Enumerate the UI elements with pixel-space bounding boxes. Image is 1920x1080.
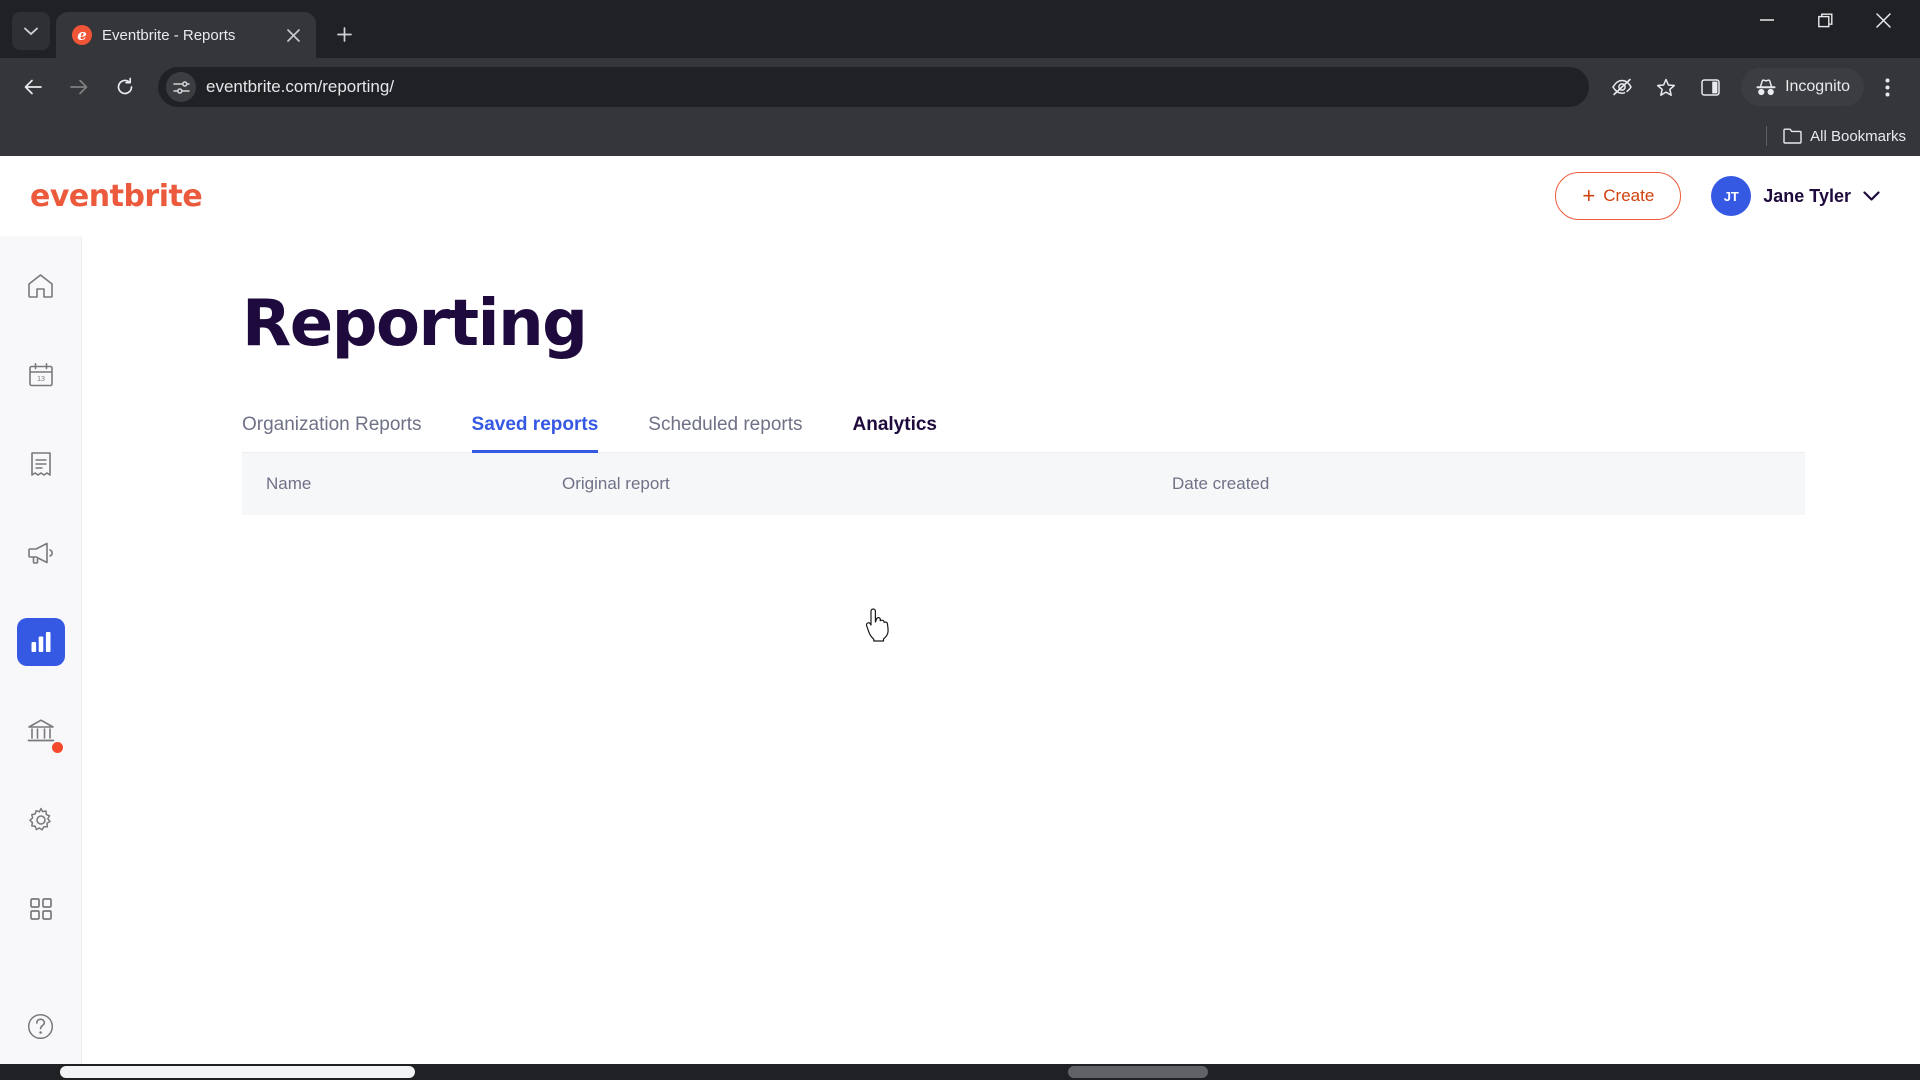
- minimize-icon: [1760, 19, 1774, 21]
- tab-title: Eventbrite - Reports: [102, 26, 236, 44]
- tab-organization-reports[interactable]: Organization Reports: [242, 414, 422, 452]
- tab-search-button[interactable]: [12, 12, 50, 50]
- help-circle-icon: [27, 1013, 54, 1039]
- minimize-button[interactable]: [1738, 0, 1796, 40]
- megaphone-icon: [27, 542, 53, 564]
- tab-analytics[interactable]: Analytics: [853, 414, 937, 452]
- close-icon: [1875, 12, 1891, 28]
- calendar-icon: 13: [28, 363, 53, 387]
- sidebar-item-orders[interactable]: [17, 440, 65, 488]
- bar-chart-icon: [31, 632, 50, 652]
- browser-tab[interactable]: e Eventbrite - Reports: [56, 12, 316, 58]
- url-text: eventbrite.com/reporting/: [206, 77, 395, 96]
- incognito-indicator[interactable]: Incognito: [1741, 68, 1864, 106]
- sidebar-item-finance[interactable]: [17, 707, 65, 755]
- notification-badge: [51, 742, 63, 753]
- tracking-protection-button[interactable]: [1601, 66, 1643, 108]
- user-name: Jane Tyler: [1763, 185, 1851, 206]
- home-icon: [28, 274, 53, 298]
- bank-icon: [27, 719, 54, 742]
- page-viewport: eventbrite + Create JT Jane Tyler 13 Rep…: [0, 156, 1920, 1080]
- horizontal-scrollbar-thumb-secondary[interactable]: [1068, 1066, 1208, 1078]
- forward-button[interactable]: [58, 66, 100, 108]
- bookmarks-divider: [1766, 126, 1768, 146]
- browser-toolbar: eventbrite.com/reporting/ Incognito: [0, 58, 1920, 116]
- user-menu[interactable]: JT Jane Tyler: [1711, 176, 1880, 216]
- forward-arrow-icon: [70, 79, 88, 95]
- sidebar-item-events[interactable]: 13: [17, 351, 65, 399]
- eye-slash-icon: [1612, 78, 1632, 96]
- chevron-down-icon: [24, 27, 38, 35]
- tab-saved-reports[interactable]: Saved reports: [471, 414, 598, 453]
- column-header-date-created: Date created: [1172, 474, 1270, 493]
- sidebar-item-home[interactable]: [17, 262, 65, 310]
- bookmarks-bar: All Bookmarks: [0, 116, 1920, 156]
- plus-icon: [336, 26, 352, 42]
- create-button[interactable]: + Create: [1555, 172, 1682, 220]
- create-button-label: Create: [1603, 186, 1655, 205]
- side-panel-button[interactable]: [1689, 66, 1731, 108]
- address-bar[interactable]: eventbrite.com/reporting/: [158, 67, 1590, 107]
- browser-menu-button[interactable]: [1866, 66, 1908, 108]
- maximize-button[interactable]: [1796, 0, 1854, 40]
- star-icon: [1657, 78, 1676, 96]
- back-button[interactable]: [12, 66, 54, 108]
- close-icon: [286, 28, 300, 42]
- all-bookmarks-button[interactable]: All Bookmarks: [1783, 128, 1906, 145]
- tab-scheduled-reports[interactable]: Scheduled reports: [648, 414, 802, 452]
- sidebar-item-help[interactable]: [17, 1002, 65, 1050]
- side-panel-icon: [1700, 78, 1720, 96]
- bookmark-button[interactable]: [1645, 66, 1687, 108]
- apps-grid-icon: [29, 898, 52, 920]
- main-content: Reporting Organization Reports Saved rep…: [82, 236, 1920, 1080]
- eventbrite-favicon: e: [72, 25, 92, 45]
- header-actions: + Create JT Jane Tyler: [1555, 172, 1880, 220]
- sidebar-item-apps[interactable]: [17, 885, 65, 933]
- reload-button[interactable]: [104, 66, 146, 108]
- horizontal-scrollbar-thumb[interactable]: [60, 1066, 415, 1078]
- browser-window: e Eventbrite - Reports eventbrite.com/re…: [0, 0, 1920, 1080]
- incognito-hat-icon: [1756, 78, 1776, 95]
- site-settings-icon: [172, 80, 190, 94]
- eventbrite-logo[interactable]: eventbrite: [30, 179, 203, 214]
- svg-text:13: 13: [37, 376, 45, 383]
- saved-reports-table: Name Original report Date created: [242, 453, 1805, 515]
- back-arrow-icon: [24, 79, 42, 95]
- tab-close-button[interactable]: [280, 22, 306, 48]
- sidebar-item-reporting[interactable]: [16, 618, 65, 666]
- horizontal-scrollbar[interactable]: [0, 1064, 1920, 1080]
- chevron-down-icon: [1863, 190, 1880, 201]
- sidebar-item-marketing[interactable]: [17, 529, 65, 577]
- page-title: Reporting: [242, 287, 588, 361]
- report-tabs: Organization Reports Saved reports Sched…: [242, 414, 1805, 453]
- column-header-name: Name: [266, 474, 312, 493]
- gear-icon: [28, 807, 51, 831]
- incognito-label: Incognito: [1785, 78, 1850, 95]
- restore-icon: [1817, 13, 1832, 27]
- browser-tabstrip: e Eventbrite - Reports: [0, 0, 1920, 58]
- window-controls: [1738, 0, 1912, 58]
- plus-icon: +: [1582, 183, 1596, 208]
- avatar: JT: [1711, 176, 1752, 216]
- table-header-row: Name Original report Date created: [242, 453, 1805, 515]
- left-sidebar: 13: [0, 236, 82, 1080]
- toolbar-actions: Incognito: [1601, 66, 1908, 108]
- column-header-original-report: Original report: [562, 474, 670, 493]
- page-body: 13 Reporting Organization Reports Saved …: [0, 236, 1920, 1080]
- sidebar-item-settings[interactable]: [17, 796, 65, 844]
- all-bookmarks-label: All Bookmarks: [1810, 127, 1906, 145]
- site-settings-button[interactable]: [166, 72, 196, 102]
- close-window-button[interactable]: [1854, 0, 1912, 40]
- three-dot-menu-icon: [1885, 78, 1889, 96]
- new-tab-button[interactable]: [326, 16, 362, 52]
- receipt-icon: [30, 452, 51, 476]
- folder-icon: [1783, 128, 1802, 144]
- eventbrite-header: eventbrite + Create JT Jane Tyler: [0, 156, 1920, 236]
- reload-icon: [117, 77, 133, 95]
